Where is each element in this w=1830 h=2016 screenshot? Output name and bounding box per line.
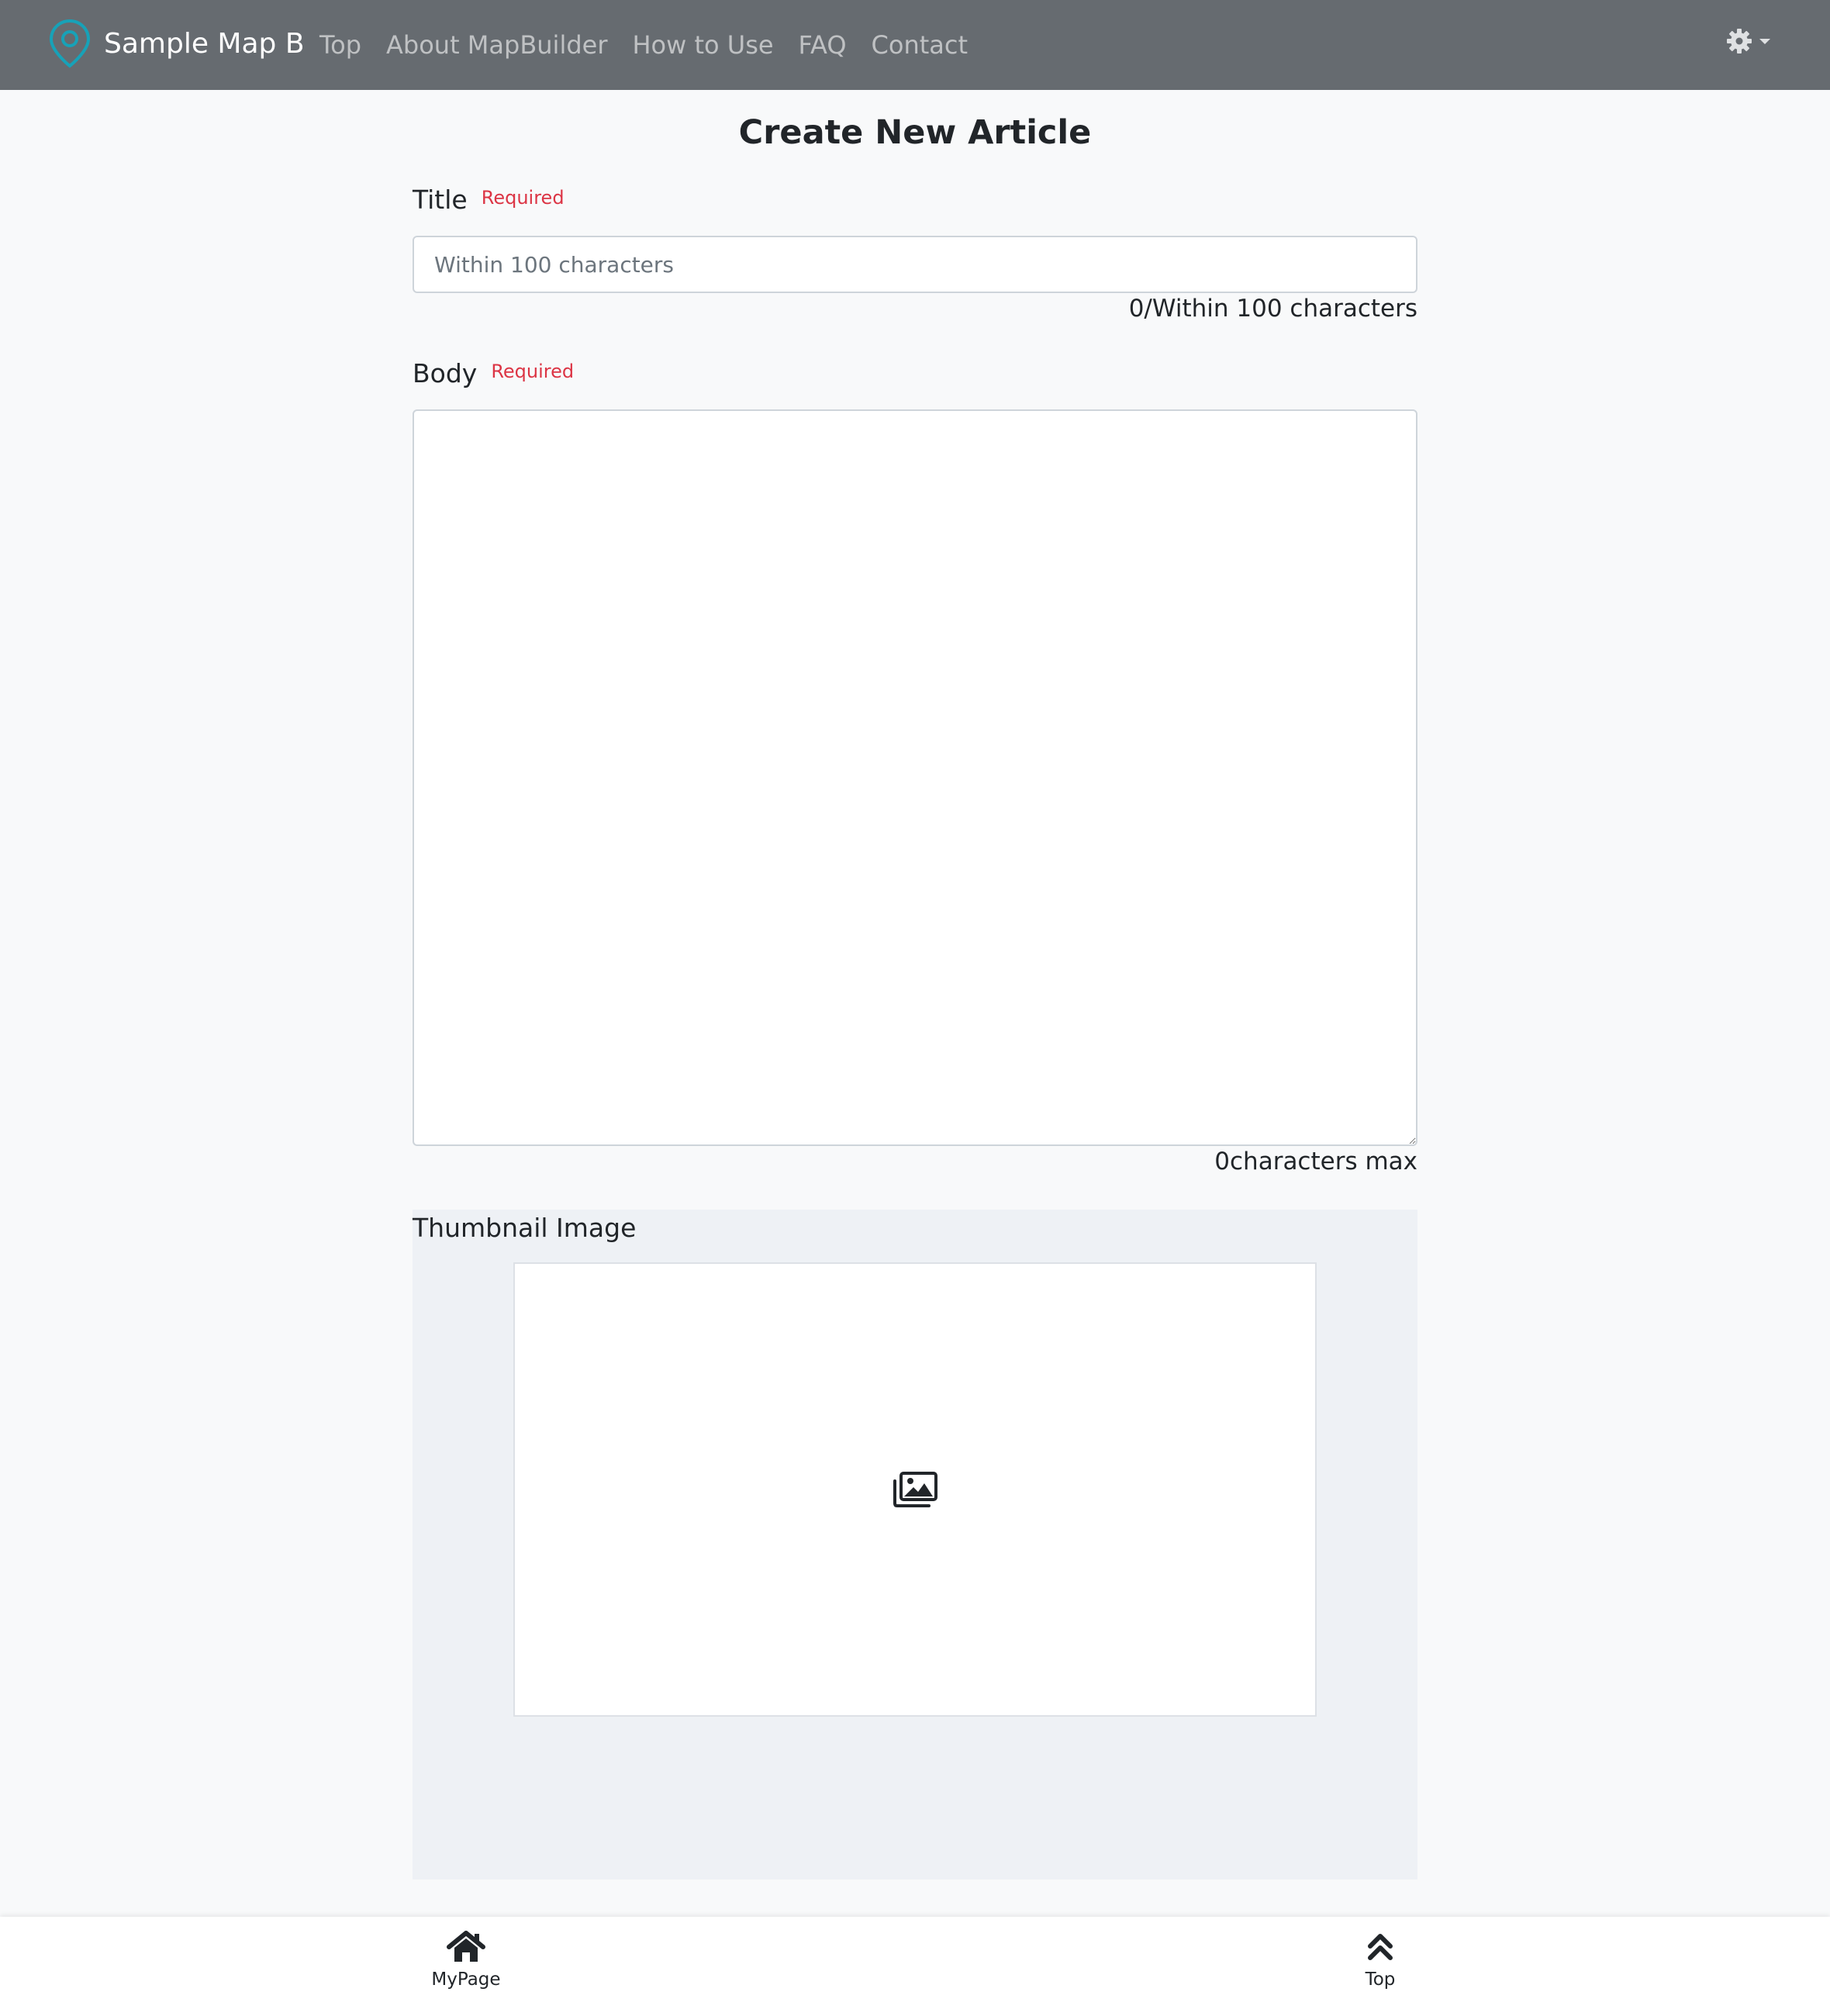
page-title: Create New Article (738, 113, 1092, 152)
gear-icon (1727, 29, 1752, 54)
navbar: Sample Map B Top About MapBuilder How to… (0, 0, 1830, 90)
thumbnail-upload-area[interactable] (513, 1262, 1317, 1717)
body-label-row: Body Required (413, 358, 574, 388)
nav-link-about[interactable]: About MapBuilder (386, 30, 607, 60)
map-pin-icon (49, 19, 91, 68)
double-chevron-up-icon (1368, 1934, 1393, 1960)
settings-dropdown[interactable] (1726, 28, 1773, 54)
nav-link-how-to-use[interactable]: How to Use (632, 30, 773, 60)
mypage-label: MyPage (431, 1969, 501, 1990)
title-required-badge: Required (481, 187, 565, 209)
title-char-counter: 0/Within 100 characters (1128, 295, 1417, 323)
nav-links: Top About MapBuilder How to Use FAQ Cont… (319, 0, 993, 90)
nav-link-top[interactable]: Top (319, 30, 361, 60)
body-textarea[interactable] (413, 409, 1417, 1146)
nav-link-contact[interactable]: Contact (872, 30, 969, 60)
bottom-nav-top[interactable]: Top (1318, 1931, 1442, 1990)
body-required-badge: Required (491, 361, 575, 382)
brand-name: Sample Map B (104, 27, 305, 60)
title-label-row: Title Required (413, 185, 565, 215)
home-icon (447, 1931, 485, 1962)
body-char-counter: 0characters max (1214, 1148, 1417, 1175)
nav-link-faq[interactable]: FAQ (799, 30, 847, 60)
title-input[interactable] (413, 236, 1417, 293)
images-icon (893, 1472, 937, 1507)
top-label: Top (1365, 1969, 1396, 1990)
title-label: Title (413, 185, 468, 215)
brand-link[interactable]: Sample Map B (48, 19, 305, 68)
bottom-nav-bar: MyPage Top (0, 1917, 1830, 2016)
thumbnail-section: Thumbnail Image (413, 1210, 1417, 1880)
bottom-nav-mypage[interactable]: MyPage (404, 1931, 528, 1990)
thumbnail-label: Thumbnail Image (413, 1213, 637, 1243)
caret-down-icon (1759, 39, 1770, 44)
body-label: Body (413, 358, 478, 388)
